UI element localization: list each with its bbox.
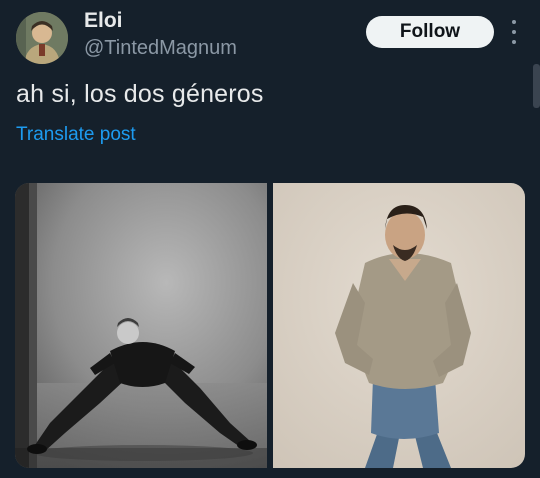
translate-post-link[interactable]: Translate post bbox=[16, 124, 136, 146]
post-text: ah si, los dos géneros bbox=[16, 80, 264, 108]
dot bbox=[512, 30, 516, 34]
scrollbar[interactable] bbox=[533, 64, 540, 108]
tweet: Eloi @TintedMagnum Follow ah si, los dos… bbox=[0, 0, 540, 478]
photo-left[interactable] bbox=[15, 183, 267, 468]
follow-button[interactable]: Follow bbox=[366, 16, 494, 48]
avatar[interactable] bbox=[16, 12, 68, 64]
media-grid bbox=[15, 183, 525, 468]
dot bbox=[512, 40, 516, 44]
author-handle[interactable]: @TintedMagnum bbox=[84, 37, 237, 60]
more-vertical-icon[interactable] bbox=[506, 20, 522, 44]
photo-right[interactable] bbox=[273, 183, 525, 468]
dot bbox=[512, 20, 516, 24]
author-name[interactable]: Eloi bbox=[84, 9, 123, 33]
